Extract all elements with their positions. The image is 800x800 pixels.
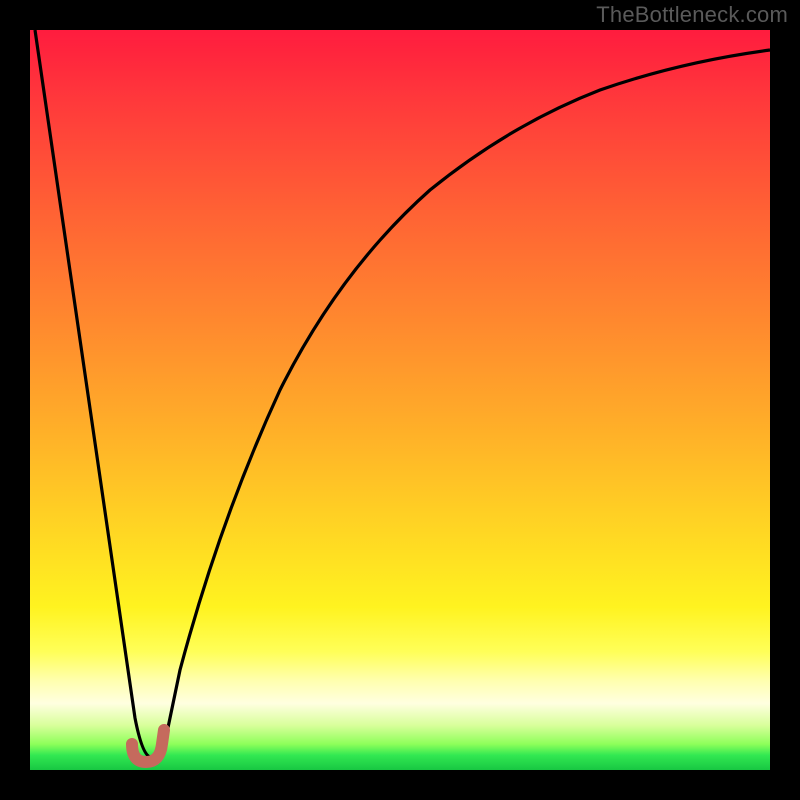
chart-frame: TheBottleneck.com <box>0 0 800 800</box>
curve-path <box>35 30 770 757</box>
optimal-marker <box>132 730 164 762</box>
bottleneck-curve <box>30 30 770 770</box>
watermark-text: TheBottleneck.com <box>596 2 788 28</box>
plot-area <box>30 30 770 770</box>
